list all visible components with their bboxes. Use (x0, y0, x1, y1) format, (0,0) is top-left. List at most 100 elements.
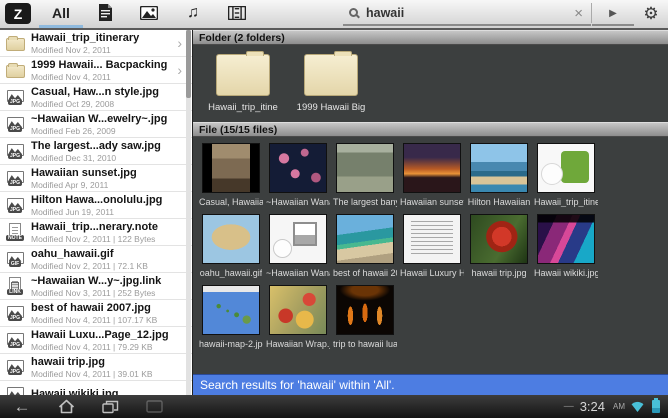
list-item-file[interactable]: NOTE Hawaii_trip...nerary.note Modified … (0, 219, 192, 246)
search-icon (349, 7, 358, 17)
file-label: Casual, Hawaiian (199, 197, 263, 207)
item-name: ~Hawaiian W...ewelry~.jpg (31, 112, 168, 125)
file-tile[interactable]: Hawaiian Wrap.jp (265, 285, 331, 349)
file-tile[interactable]: Casual, Hawaiian (198, 143, 264, 207)
film-icon (228, 5, 246, 20)
go-triangle-icon: ▶ (609, 7, 617, 19)
file-tile[interactable]: Hawaii Luxury Ho (399, 214, 465, 278)
file-tile[interactable]: trip to hawaii lua (332, 285, 398, 349)
screenshot-icon (145, 400, 163, 413)
file-type-badge: JPG (7, 125, 22, 132)
clear-search-icon[interactable]: × (566, 5, 591, 22)
file-tile[interactable]: oahu_hawaii.gif (198, 214, 264, 278)
thumbnail-image (403, 143, 461, 193)
jpg-file-icon: JPG (3, 197, 27, 213)
home-icon (58, 399, 74, 414)
file-label: hawaii trip.jpg (471, 268, 527, 278)
item-detail: Modified Apr 9, 2011 (31, 179, 109, 190)
file-label: Hawaiian sunset. (400, 197, 464, 207)
item-name: Hawaii_trip_itinerary (31, 31, 140, 44)
item-detail: Modified Jun 19, 2011 (31, 206, 115, 217)
image-icon (140, 5, 158, 20)
gear-icon: ⚙ (643, 4, 659, 23)
search-field[interactable]: × (343, 2, 591, 26)
list-item-folder[interactable]: 1999 Hawaii... Bacpacking Modified Nov 4… (0, 57, 192, 84)
evernote-file-icon (537, 143, 595, 193)
folder-tile[interactable]: 1999 Hawaii Big (291, 50, 371, 122)
document-thumbnail (403, 214, 461, 264)
jpg-file-icon: JPG (3, 170, 27, 186)
clock: 3:24 (579, 399, 605, 414)
search-go-button[interactable]: ▶ (592, 2, 634, 26)
list-item-file[interactable]: JPG hawaii trip.jpg Modified Nov 4, 2011… (0, 354, 192, 381)
file-tile[interactable]: Hawaii wikiki.jpg (533, 214, 599, 278)
file-tile[interactable]: The largest bany (332, 143, 398, 207)
item-name: Hawaiian sunset.jpg (31, 166, 137, 179)
list-item-file[interactable]: JPG Hawaii Luxu...Page_12.jpg Modified N… (0, 327, 192, 354)
file-tile[interactable]: hawaii-map-2.jpg (198, 285, 264, 349)
tab-music[interactable]: ♫ (171, 0, 215, 28)
file-tile[interactable]: Hilton Hawaiian (466, 143, 532, 207)
tab-images[interactable] (127, 0, 171, 28)
back-button[interactable]: ← (0, 395, 44, 418)
list-item-file[interactable]: JPG Hilton Hawa...onolulu.jpg Modified J… (0, 192, 192, 219)
tab-all[interactable]: All (39, 0, 83, 28)
item-name: Hilton Hawa...onolulu.jpg (31, 193, 163, 206)
settings-button[interactable]: ⚙ (634, 0, 668, 28)
list-item-file[interactable]: JPG The largest...ady saw.jpg Modified D… (0, 138, 192, 165)
item-detail: Modified Feb 26, 2009 (31, 125, 116, 136)
folder-icon (304, 51, 358, 96)
item-detail: Modified Nov 4, 2011 (31, 71, 111, 82)
screenshot-button[interactable] (132, 395, 176, 418)
list-item-file[interactable]: JPG Hawaiian sunset.jpg Modified Apr 9, … (0, 165, 192, 192)
file-type-badge: JPG (7, 152, 22, 159)
jpg-file-icon: JPG (3, 305, 27, 321)
folder-tile[interactable]: Hawaii_trip_itine (203, 50, 283, 122)
tab-video[interactable] (215, 0, 259, 28)
file-tile[interactable]: ~Hawaiian Wana (265, 143, 331, 207)
item-name: The largest...ady saw.jpg (31, 139, 161, 152)
wifi-icon (631, 401, 644, 412)
list-item-file[interactable]: JPG Hawaii wikiki.jpg (0, 381, 192, 395)
scrollbar-thumb[interactable] (186, 30, 191, 98)
file-label: Hilton Hawaiian (467, 197, 531, 207)
folder-label: 1999 Hawaii Big (296, 102, 366, 113)
file-type-badge: JPG (7, 179, 22, 186)
thumbnail-image (470, 143, 528, 193)
item-detail: Modified Nov 4, 2011 | 39.01 KB (31, 368, 153, 379)
folder-icon (216, 51, 270, 96)
file-label: oahu_hawaii.gif (199, 268, 263, 278)
list-item-folder[interactable]: Hawaii_trip_itinerary Modified Nov 2, 20… (0, 30, 192, 57)
file-tile[interactable]: ~Hawaiian Wana (265, 214, 331, 278)
list-item-file[interactable]: JPG best of hawaii 2007.jpg Modified Nov… (0, 300, 192, 327)
list-item-file[interactable]: LINK ~Hawaiian W...y~.jpg.link Modified … (0, 273, 192, 300)
back-arrow-icon: ← (13, 397, 31, 416)
recent-apps-button[interactable] (88, 395, 132, 418)
list-item-file[interactable]: GIF oahu_hawaii.gif Modified Nov 2, 2011… (0, 246, 192, 273)
list-item-file[interactable]: JPG Casual, Haw...n style.jpg Modified O… (0, 84, 192, 111)
file-tile[interactable]: best of hawaii 20 (332, 214, 398, 278)
list-item-file[interactable]: JPG ~Hawaiian W...ewelry~.jpg Modified F… (0, 111, 192, 138)
file-tile[interactable]: Hawaii_trip_itine (533, 143, 599, 207)
document-icon (98, 4, 112, 21)
folder-header-label: Folder (2 folders) (199, 31, 285, 44)
search-results-text: Search results for 'hawaii' within 'All'… (200, 378, 395, 392)
sidebar-scrollbar[interactable] (186, 30, 191, 395)
search-input[interactable] (364, 5, 567, 21)
folder-section-header: Folder (2 folders) (193, 30, 668, 45)
status-cluster[interactable]: — 3:24 AM (564, 398, 668, 414)
recent-apps-icon (101, 400, 118, 413)
item-name: hawaii trip.jpg (31, 355, 105, 368)
jpg-file-icon: JPG (3, 332, 27, 348)
home-button[interactable] (44, 395, 88, 418)
map-thumbnail (202, 285, 260, 335)
folder-icon (3, 62, 27, 78)
file-type-badge: LINK (7, 289, 23, 295)
file-tile[interactable]: hawaii trip.jpg (466, 214, 532, 278)
file-tile[interactable]: Hawaiian sunset. (399, 143, 465, 207)
tab-documents[interactable] (83, 0, 127, 28)
app-logo[interactable]: Z (5, 3, 31, 24)
item-detail: Modified Dec 31, 2010 (31, 152, 117, 163)
file-section-header: File (15/15 files) (193, 122, 668, 137)
item-name: Hawaii Luxu...Page_12.jpg (31, 328, 169, 341)
